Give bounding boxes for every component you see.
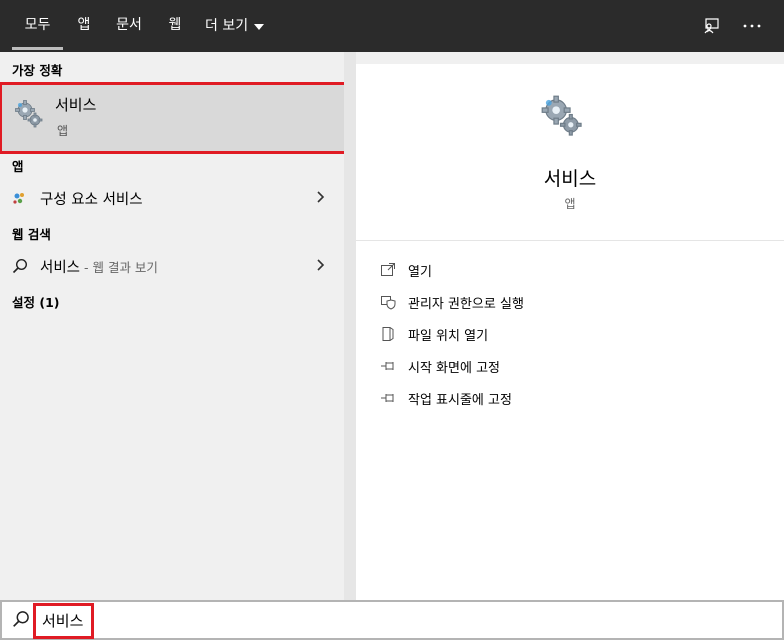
tab-more[interactable]: 더 보기 xyxy=(205,0,275,52)
web-search-heading: 웹 검색 xyxy=(12,227,51,242)
open-icon xyxy=(381,263,395,276)
more-options-icon[interactable] xyxy=(739,13,765,39)
action-open-file-location-label: 파일 위치 열기 xyxy=(408,329,489,344)
action-open-label: 열기 xyxy=(408,265,432,280)
search-icon xyxy=(12,610,30,632)
action-pin-to-taskbar[interactable]: 작업 표시줄에 고정 xyxy=(356,384,784,412)
search-icon xyxy=(12,258,28,278)
results-pane: 가장 정확 서비스 앱 앱 구성 요소 서비스 웹 검색 서비스 - 웹 결과 … xyxy=(0,52,351,600)
component-services-icon xyxy=(12,190,26,209)
feedback-icon[interactable] xyxy=(698,13,724,39)
web-search-label: 서비스 - 웹 결과 보기 xyxy=(40,256,158,277)
detail-subtitle: 앱 xyxy=(564,197,576,211)
search-filter-bar: 모두 앱 문서 웹 더 보기 xyxy=(0,0,784,52)
action-run-as-admin-label: 관리자 권한으로 실행 xyxy=(408,297,524,312)
search-input[interactable]: 서비스 xyxy=(33,603,94,639)
tab-apps-label: 앱 xyxy=(77,17,91,33)
shield-icon xyxy=(381,296,396,310)
tab-documents-label: 문서 xyxy=(116,17,142,33)
gears-icon xyxy=(14,99,44,133)
search-box[interactable]: 서비스 xyxy=(0,600,784,640)
tab-documents[interactable]: 문서 xyxy=(110,0,148,52)
apps-heading: 앱 xyxy=(12,159,24,174)
tab-apps[interactable]: 앱 xyxy=(70,0,98,52)
detail-divider xyxy=(356,240,784,241)
pin-icon xyxy=(381,362,394,370)
gears-icon xyxy=(540,94,584,142)
tab-web[interactable]: 웹 xyxy=(160,0,190,52)
detail-pane: 서비스 앱 열기 관리자 권한으로 실행 파일 위치 열기 시작 화면에 고정 xyxy=(356,64,784,600)
tab-more-label: 더 보기 xyxy=(205,18,249,34)
action-open-file-location[interactable]: 파일 위치 열기 xyxy=(356,320,784,348)
action-open[interactable]: 열기 xyxy=(356,256,784,284)
chevron-right-icon xyxy=(317,191,325,203)
best-match-heading: 가장 정확 xyxy=(12,63,63,78)
settings-heading[interactable]: 설정 (1) xyxy=(12,292,59,311)
file-location-icon xyxy=(382,327,394,341)
list-item-web-search[interactable]: 서비스 - 웹 결과 보기 xyxy=(0,250,344,282)
action-run-as-admin[interactable]: 관리자 권한으로 실행 xyxy=(356,288,784,316)
best-match-item[interactable]: 서비스 앱 xyxy=(0,82,351,154)
list-item-component-services[interactable]: 구성 요소 서비스 xyxy=(0,182,344,214)
web-search-query: 서비스 xyxy=(40,260,81,276)
tab-all[interactable]: 모두 xyxy=(12,0,63,52)
action-pin-to-taskbar-label: 작업 표시줄에 고정 xyxy=(408,393,512,408)
pin-icon xyxy=(381,394,394,402)
web-search-hint: - 웹 결과 보기 xyxy=(80,260,158,275)
tab-all-label: 모두 xyxy=(24,17,51,33)
best-match-subtitle: 앱 xyxy=(57,124,69,138)
pane-divider xyxy=(344,52,356,600)
action-pin-to-start[interactable]: 시작 화면에 고정 xyxy=(356,352,784,380)
best-match-title: 서비스 xyxy=(55,96,97,114)
tab-web-label: 웹 xyxy=(168,17,182,33)
detail-title: 서비스 xyxy=(543,168,597,190)
chevron-down-icon xyxy=(254,24,265,30)
component-services-label: 구성 요소 서비스 xyxy=(40,192,143,208)
chevron-right-icon xyxy=(317,259,325,271)
action-pin-to-start-label: 시작 화면에 고정 xyxy=(408,361,500,376)
